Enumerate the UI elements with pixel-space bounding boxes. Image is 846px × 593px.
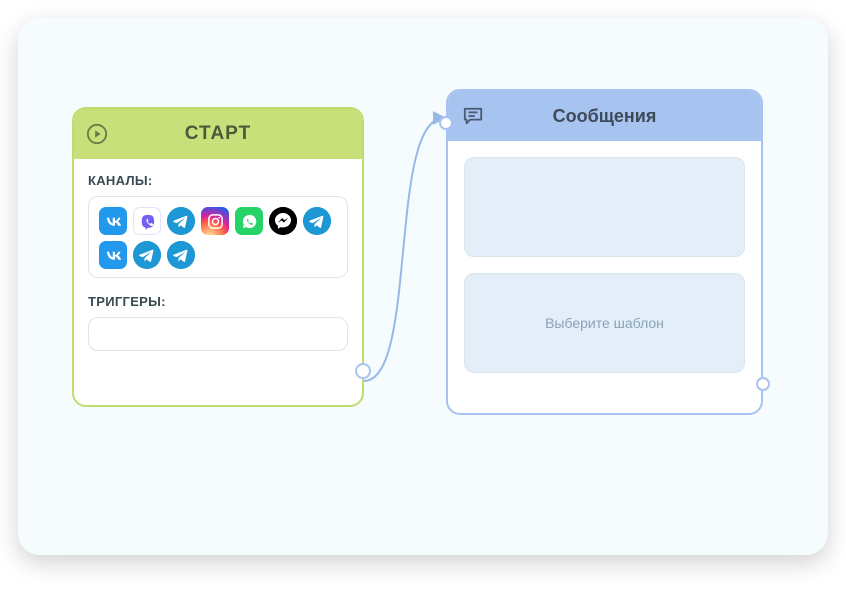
message-template-box-2[interactable]: Выберите шаблон	[464, 273, 745, 373]
instagram-icon[interactable]	[201, 207, 229, 235]
telegram-icon[interactable]	[303, 207, 331, 235]
node-start-title: СТАРТ	[74, 123, 362, 145]
vk-icon[interactable]	[99, 241, 127, 269]
channels-box	[88, 196, 348, 278]
message-template-box-1[interactable]	[464, 157, 745, 257]
telegram-icon[interactable]	[167, 241, 195, 269]
telegram-icon[interactable]	[133, 241, 161, 269]
flow-canvas[interactable]: СТАРТ КАНАЛЫ: ТРИГГЕРЫ: Сообщения Выбери…	[18, 18, 828, 555]
messenger-icon[interactable]	[269, 207, 297, 235]
node-messages-header[interactable]: Сообщения	[448, 91, 761, 141]
node-messages-title: Сообщения	[448, 106, 761, 127]
telegram-icon[interactable]	[167, 207, 195, 235]
play-icon	[86, 123, 108, 145]
triggers-label: ТРИГГЕРЫ:	[88, 294, 348, 309]
node-start[interactable]: СТАРТ КАНАЛЫ: ТРИГГЕРЫ:	[72, 107, 364, 407]
whatsapp-icon[interactable]	[235, 207, 263, 235]
node-start-header[interactable]: СТАРТ	[74, 109, 362, 159]
node-messages[interactable]: Сообщения Выберите шаблон	[446, 89, 763, 415]
channels-label: КАНАЛЫ:	[88, 173, 348, 188]
node-start-port-out[interactable]	[355, 363, 371, 379]
triggers-input[interactable]	[88, 317, 348, 351]
node-messages-port-in[interactable]	[439, 116, 453, 130]
node-start-body: КАНАЛЫ: ТРИГГЕРЫ:	[74, 159, 362, 367]
node-messages-port-out[interactable]	[756, 377, 770, 391]
viber-icon[interactable]	[133, 207, 161, 235]
message-icon	[462, 106, 484, 126]
node-messages-body: Выберите шаблон	[448, 141, 761, 393]
vk-icon[interactable]	[99, 207, 127, 235]
